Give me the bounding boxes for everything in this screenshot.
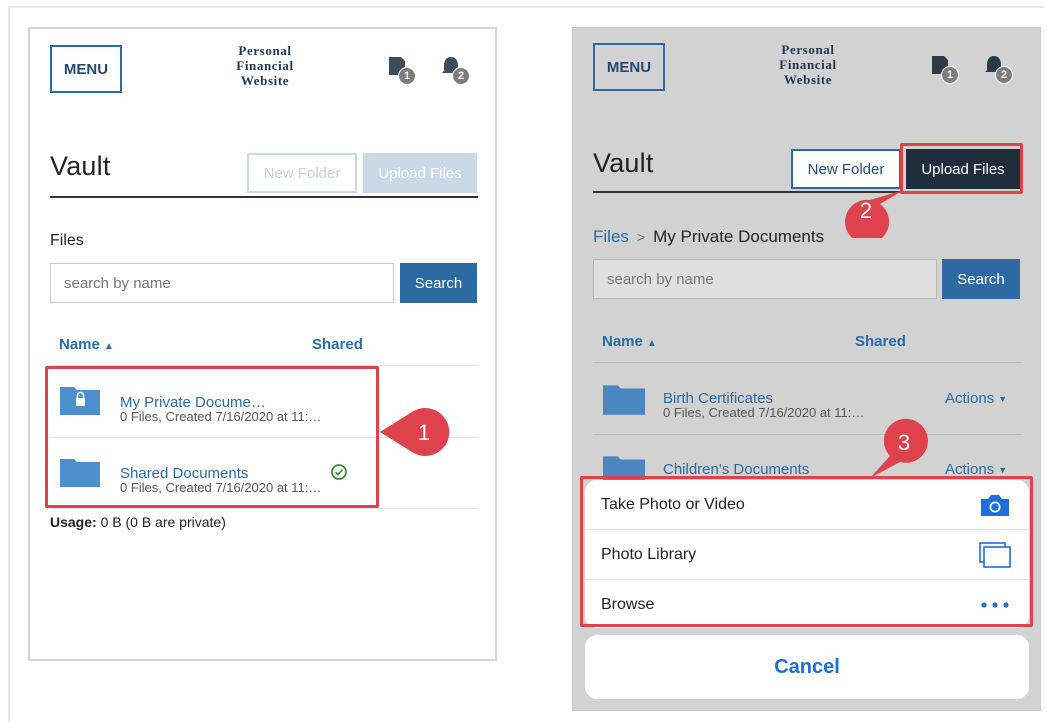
search-input[interactable] — [593, 259, 937, 299]
tutorial-canvas: MENU Personal Financial Website 1 2 Vaul… — [0, 0, 1047, 725]
alerts-notification[interactable]: 2 — [440, 55, 470, 85]
logo-line-2: Financial — [236, 58, 294, 73]
logo-line-3: Website — [783, 72, 833, 87]
name-header-label: Name — [59, 336, 100, 353]
title-divider — [50, 196, 478, 198]
site-logo: Personal Financial Website — [200, 43, 330, 88]
cancel-button[interactable]: Cancel — [585, 635, 1029, 699]
shared-column-header: Shared — [855, 333, 906, 350]
logo-line-3: Website — [240, 73, 290, 88]
messages-notification[interactable]: 1 — [929, 54, 959, 84]
app-header: MENU Personal Financial Website 1 2 — [573, 28, 1040, 118]
highlight-box-1 — [45, 366, 379, 508]
name-column-header[interactable]: Name ▲ — [59, 336, 114, 353]
shared-column-header: Shared — [312, 336, 363, 353]
notification-count: 2 — [452, 67, 470, 85]
notification-count: 1 — [941, 66, 959, 84]
alerts-notification[interactable]: 2 — [983, 54, 1013, 84]
new-folder-button[interactable]: New Folder — [791, 149, 901, 189]
actions-label: Actions — [945, 390, 995, 407]
sort-asc-icon: ▲ — [104, 341, 114, 352]
menu-button[interactable]: MENU — [593, 43, 665, 91]
app-header: MENU Personal Financial Website 1 2 — [30, 29, 495, 119]
notification-count: 1 — [398, 67, 416, 85]
highlight-box-2 — [900, 143, 1023, 194]
row-divider — [593, 434, 1021, 435]
breadcrumb-separator: > — [636, 229, 646, 245]
search-button[interactable]: Search — [400, 263, 477, 303]
folder-meta: 0 Files, Created 7/16/2020 at 11:… — [663, 405, 865, 420]
logo-line-1: Personal — [238, 43, 292, 58]
notification-count: 2 — [995, 66, 1013, 84]
usage-text: Usage: 0 B (0 B are private) — [50, 514, 226, 530]
caret-down-icon: ▼ — [998, 393, 1008, 404]
page-title: Vault — [50, 151, 111, 181]
highlight-box-3 — [580, 476, 1033, 627]
messages-notification[interactable]: 1 — [386, 55, 416, 85]
site-logo: Personal Financial Website — [743, 42, 873, 87]
callout-number-2: 2 — [859, 198, 873, 223]
breadcrumb-root[interactable]: Files — [593, 227, 629, 247]
actions-dropdown[interactable]: Actions ▼ — [945, 390, 1007, 407]
callout-number-1: 1 — [417, 420, 431, 445]
breadcrumb: Files > My Private Documents — [593, 227, 824, 247]
name-column-header[interactable]: Name ▲ — [602, 333, 657, 350]
header-divider — [593, 362, 1021, 363]
search-button[interactable]: Search — [942, 259, 1020, 299]
logo-line-2: Financial — [779, 57, 837, 72]
caret-down-icon: ▼ — [998, 464, 1008, 475]
usage-value: 0 B (0 B are private) — [100, 514, 226, 530]
section-label: Files — [50, 232, 84, 249]
page-title: Vault — [593, 148, 654, 178]
usage-label: Usage: — [50, 514, 97, 530]
name-header-label: Name — [602, 333, 643, 350]
upload-files-button[interactable]: Upload Files — [363, 153, 477, 193]
logo-line-1: Personal — [781, 42, 835, 57]
breadcrumb-current: My Private Documents — [653, 227, 825, 246]
callout-number-3: 3 — [897, 430, 911, 455]
folder-icon — [603, 385, 645, 415]
new-folder-button[interactable]: New Folder — [247, 153, 357, 193]
row-divider — [50, 508, 478, 509]
sort-asc-icon: ▲ — [647, 338, 657, 349]
menu-button[interactable]: MENU — [50, 45, 122, 93]
left-screen: MENU Personal Financial Website 1 2 Vaul… — [28, 27, 497, 661]
search-input[interactable] — [50, 263, 394, 303]
